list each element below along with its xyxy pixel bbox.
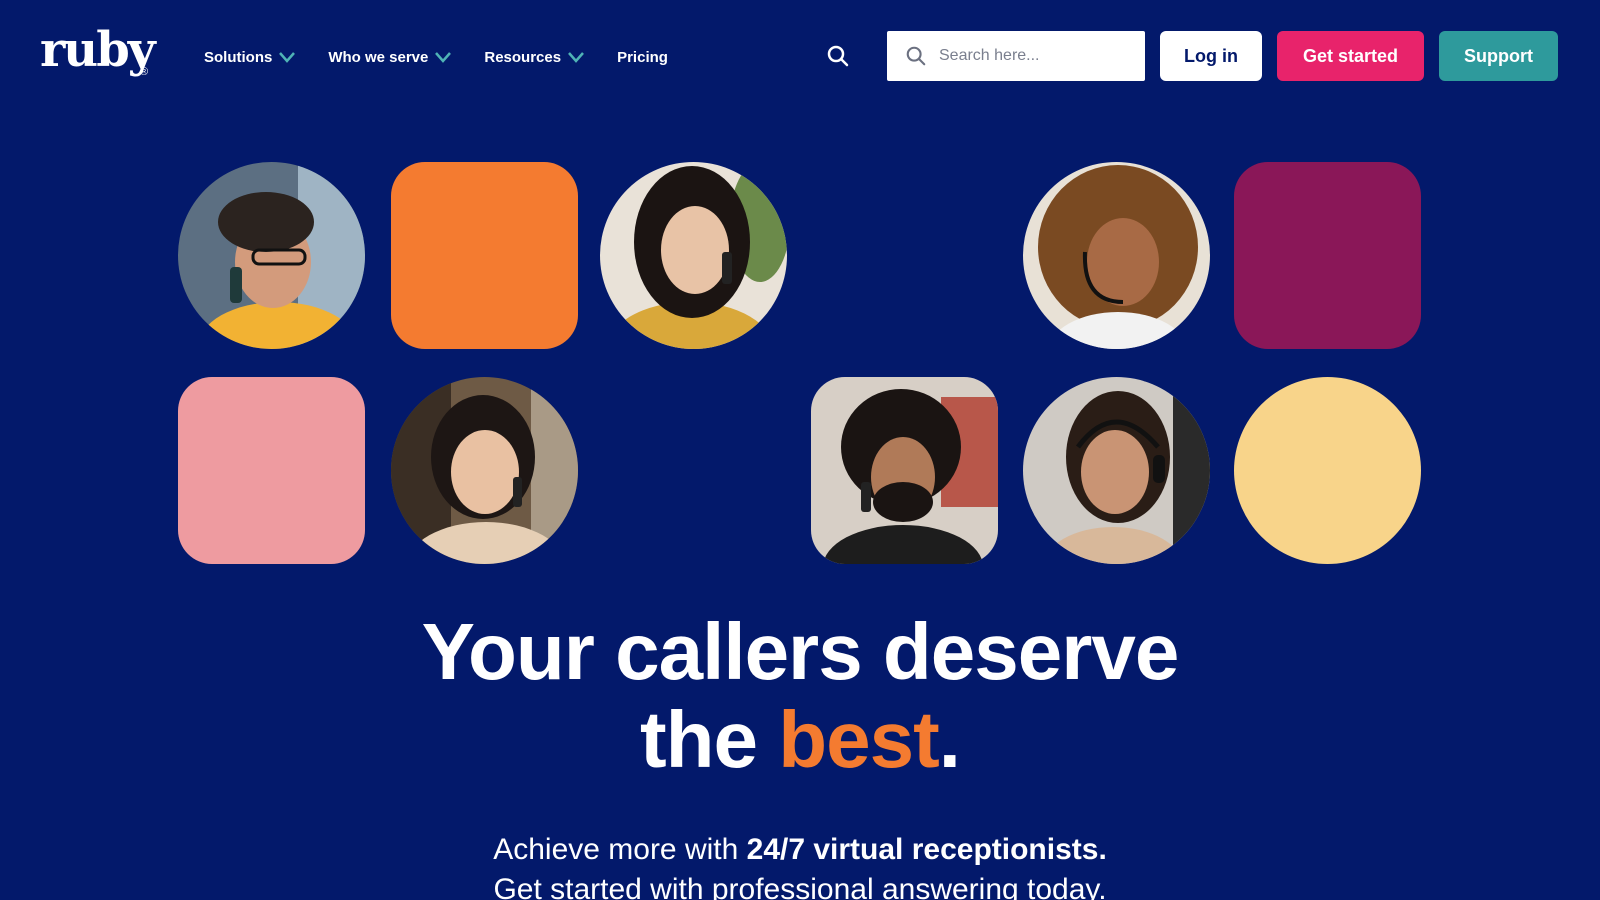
color-block-magenta [1234,162,1421,349]
color-block-pink [178,377,365,564]
hero-subheadline: Achieve more with 24/7 virtual reception… [0,830,1600,900]
chevron-down-icon [568,52,585,63]
top-nav: ruby ® Solutions Who we serve Resources … [0,0,1600,112]
agent-photo-man-curly [811,377,998,564]
agent-photo-woman-office [391,377,578,564]
support-button[interactable]: Support [1439,31,1558,81]
login-button[interactable]: Log in [1160,31,1262,81]
headline-period: . [938,695,961,784]
person-illustration [178,162,365,349]
person-illustration [600,162,787,349]
agent-photo-woman-mic [1023,377,1210,564]
nav-item-who-we-serve[interactable]: Who we serve [328,44,452,70]
chevron-down-icon [435,52,452,63]
main-menu: Solutions Who we serve Resources Pricing [204,44,700,70]
person-illustration [1023,377,1210,564]
search-icon[interactable] [826,44,850,68]
nav-item-label: Who we serve [328,48,429,66]
color-fill [391,162,578,349]
nav-item-label: Pricing [617,48,668,66]
search-input[interactable] [939,47,1139,65]
sub-line-1-text: Achieve more with [493,833,747,866]
chevron-down-icon [279,52,296,63]
sub-line-1-bold: 24/7 virtual receptionists. [746,833,1107,866]
agent-photo-woman-headset [1023,162,1210,349]
color-fill [178,377,365,564]
headline-accent-word: best [778,695,939,784]
color-fill [1234,162,1421,349]
headline-line-1: Your callers deserve [421,607,1180,696]
color-block-orange [391,162,578,349]
person-illustration [391,377,578,564]
nav-item-label: Solutions [204,48,273,66]
nav-item-resources[interactable]: Resources [484,44,585,70]
person-illustration [811,377,998,564]
headline-line-2-text: the [640,695,779,784]
person-illustration [1023,162,1210,349]
search-field[interactable] [887,31,1145,81]
sub-line-1: Achieve more with 24/7 virtual reception… [0,830,1600,870]
search-icon [906,46,926,66]
hero-headline: Your callers deserve the best. [0,608,1600,784]
nav-item-label: Resources [484,48,562,66]
ruby-logo[interactable]: ruby [40,26,156,74]
color-fill [1234,377,1421,564]
page: ruby ® Solutions Who we serve Resources … [0,0,1600,900]
nav-item-pricing[interactable]: Pricing [617,44,668,70]
headline-line-2: the best. [0,696,1600,784]
nav-item-solutions[interactable]: Solutions [204,44,296,70]
get-started-button[interactable]: Get started [1277,31,1424,81]
sub-line-2: Get started with professional answering … [493,873,1107,900]
color-block-yellow [1234,377,1421,564]
registered-mark: ® [140,66,149,78]
agent-photo-woman-glasses [178,162,365,349]
agent-photo-woman-phone [600,162,787,349]
